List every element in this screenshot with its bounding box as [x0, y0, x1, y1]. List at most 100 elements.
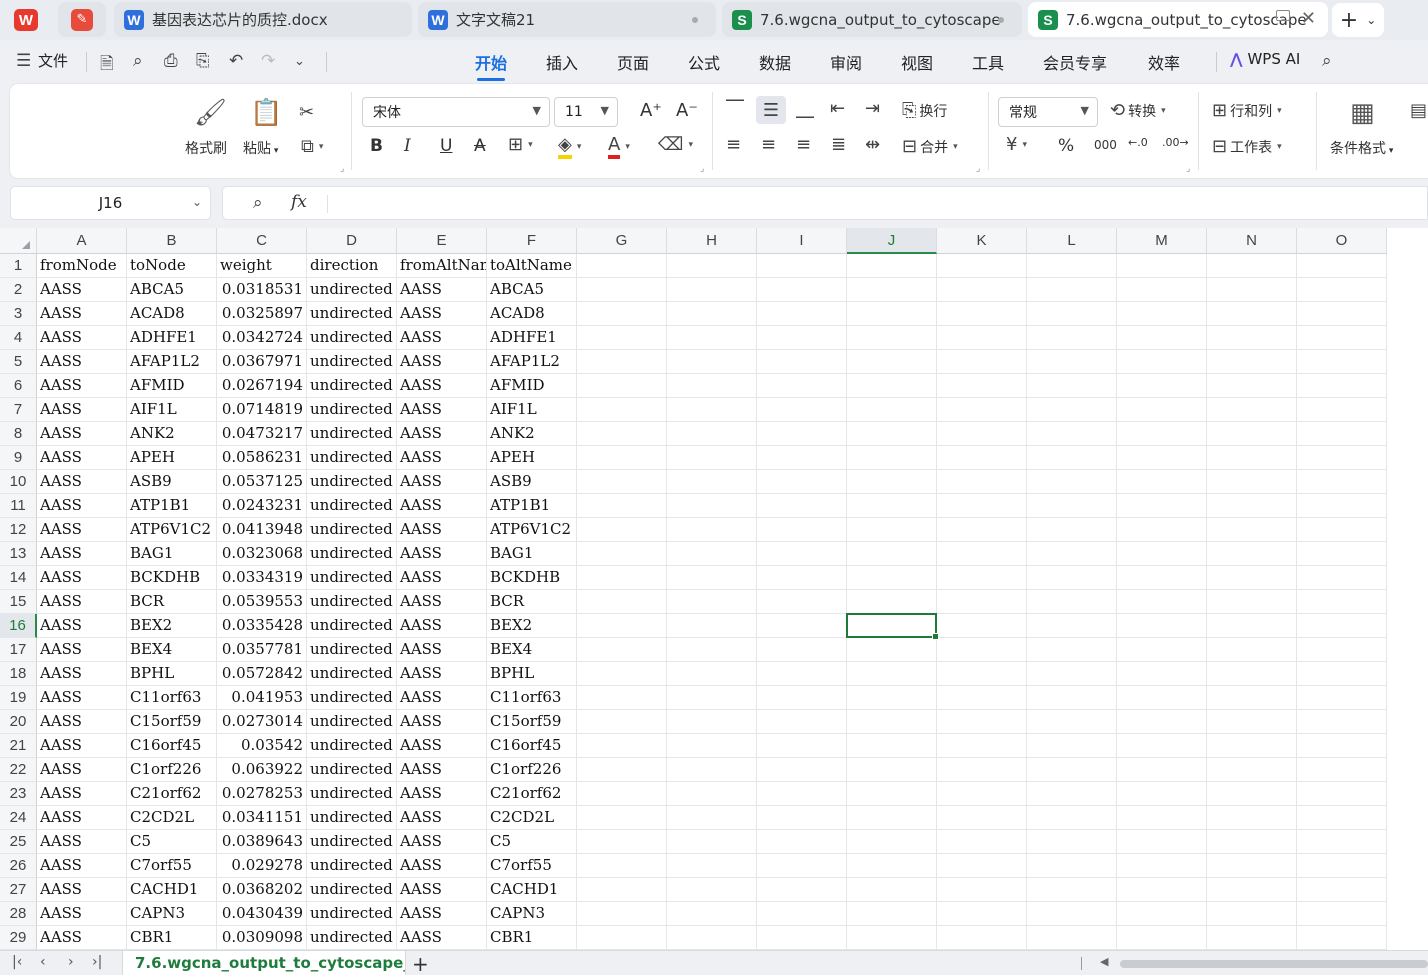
- cell-o18[interactable]: [1297, 662, 1387, 686]
- row-header[interactable]: 6: [0, 374, 37, 398]
- cell-i29[interactable]: [757, 926, 847, 950]
- cell-b28[interactable]: CAPN3: [127, 902, 217, 926]
- horizontal-scrollbar[interactable]: [1120, 960, 1428, 968]
- cell-l10[interactable]: [1027, 470, 1117, 494]
- cell-h1[interactable]: [667, 254, 757, 278]
- cell-b25[interactable]: C5: [127, 830, 217, 854]
- cell-i1[interactable]: [757, 254, 847, 278]
- cell-i18[interactable]: [757, 662, 847, 686]
- cell-g24[interactable]: [577, 806, 667, 830]
- cell-k26[interactable]: [937, 854, 1027, 878]
- cell-g15[interactable]: [577, 590, 667, 614]
- decrease-indent-icon[interactable]: ⇤: [830, 98, 845, 119]
- cell-k18[interactable]: [937, 662, 1027, 686]
- cell-m27[interactable]: [1117, 878, 1207, 902]
- cell-o24[interactable]: [1297, 806, 1387, 830]
- cell-g8[interactable]: [577, 422, 667, 446]
- row-header[interactable]: 8: [0, 422, 37, 446]
- cell-d12[interactable]: undirected: [307, 518, 397, 542]
- cell-d8[interactable]: undirected: [307, 422, 397, 446]
- cell-n4[interactable]: [1207, 326, 1297, 350]
- cell-j23[interactable]: [847, 782, 937, 806]
- cell-l5[interactable]: [1027, 350, 1117, 374]
- cell-n9[interactable]: [1207, 446, 1297, 470]
- cell-o25[interactable]: [1297, 830, 1387, 854]
- cell-m26[interactable]: [1117, 854, 1207, 878]
- cell-f16[interactable]: BEX2: [487, 614, 577, 638]
- cell-i6[interactable]: [757, 374, 847, 398]
- cell-n5[interactable]: [1207, 350, 1297, 374]
- cell-m19[interactable]: [1117, 686, 1207, 710]
- cell-o11[interactable]: [1297, 494, 1387, 518]
- cell-l25[interactable]: [1027, 830, 1117, 854]
- cell-k11[interactable]: [937, 494, 1027, 518]
- cell-h19[interactable]: [667, 686, 757, 710]
- distributed-icon[interactable]: ⇹: [865, 134, 880, 155]
- cell-i24[interactable]: [757, 806, 847, 830]
- cell-k2[interactable]: [937, 278, 1027, 302]
- cell-e27[interactable]: AASS: [397, 878, 487, 902]
- cell-b5[interactable]: AFAP1L2: [127, 350, 217, 374]
- cell-o5[interactable]: [1297, 350, 1387, 374]
- cell-n16[interactable]: [1207, 614, 1297, 638]
- cell-m29[interactable]: [1117, 926, 1207, 950]
- dialog-launcher-icon[interactable]: ⌟: [340, 164, 344, 174]
- cell-c24[interactable]: 0.0341151: [217, 806, 307, 830]
- tab-formula[interactable]: 公式: [688, 50, 720, 74]
- cell-c23[interactable]: 0.0278253: [217, 782, 307, 806]
- tab-member[interactable]: 会员专享: [1043, 50, 1107, 74]
- cell-k22[interactable]: [937, 758, 1027, 782]
- cell-o8[interactable]: [1297, 422, 1387, 446]
- cell-k5[interactable]: [937, 350, 1027, 374]
- cell-g29[interactable]: [577, 926, 667, 950]
- cell-e20[interactable]: AASS: [397, 710, 487, 734]
- cell-c3[interactable]: 0.0325897: [217, 302, 307, 326]
- cell-k27[interactable]: [937, 878, 1027, 902]
- cell-k3[interactable]: [937, 302, 1027, 326]
- cell-o17[interactable]: [1297, 638, 1387, 662]
- cell-k12[interactable]: [937, 518, 1027, 542]
- increase-decimal-icon[interactable]: ←.0: [1128, 136, 1148, 149]
- cell-b9[interactable]: APEH: [127, 446, 217, 470]
- cell-h23[interactable]: [667, 782, 757, 806]
- cell-k25[interactable]: [937, 830, 1027, 854]
- cell-g19[interactable]: [577, 686, 667, 710]
- cell-f23[interactable]: C21orf62: [487, 782, 577, 806]
- cell-j28[interactable]: [847, 902, 937, 926]
- cell-h11[interactable]: [667, 494, 757, 518]
- cell-j17[interactable]: [847, 638, 937, 662]
- cell-d2[interactable]: undirected: [307, 278, 397, 302]
- cell-a23[interactable]: AASS: [37, 782, 127, 806]
- cell-k20[interactable]: [937, 710, 1027, 734]
- cell-k16[interactable]: [937, 614, 1027, 638]
- cell-h24[interactable]: [667, 806, 757, 830]
- cell-j26[interactable]: [847, 854, 937, 878]
- cell-m24[interactable]: [1117, 806, 1207, 830]
- cell-m10[interactable]: [1117, 470, 1207, 494]
- cell-i22[interactable]: [757, 758, 847, 782]
- cell-m11[interactable]: [1117, 494, 1207, 518]
- save-icon[interactable]: 🗎: [100, 51, 114, 80]
- cell-d24[interactable]: undirected: [307, 806, 397, 830]
- tab-insert[interactable]: 插入: [546, 50, 578, 74]
- cell-j14[interactable]: [847, 566, 937, 590]
- cell-a3[interactable]: AASS: [37, 302, 127, 326]
- cell-h8[interactable]: [667, 422, 757, 446]
- cell-g16[interactable]: [577, 614, 667, 638]
- cell-f10[interactable]: ASB9: [487, 470, 577, 494]
- cell-c15[interactable]: 0.0539553: [217, 590, 307, 614]
- cell-b2[interactable]: ABCA5: [127, 278, 217, 302]
- cell-l6[interactable]: [1027, 374, 1117, 398]
- cell-c8[interactable]: 0.0473217: [217, 422, 307, 446]
- cell-n26[interactable]: [1207, 854, 1297, 878]
- column-header-e[interactable]: E: [397, 228, 487, 254]
- cell-g13[interactable]: [577, 542, 667, 566]
- cell-a25[interactable]: AASS: [37, 830, 127, 854]
- cell-g3[interactable]: [577, 302, 667, 326]
- cell-e7[interactable]: AASS: [397, 398, 487, 422]
- cell-e29[interactable]: AASS: [397, 926, 487, 950]
- formula-bar[interactable]: ⌕ fx: [222, 186, 1428, 220]
- bold-icon[interactable]: B: [370, 136, 383, 156]
- cell-k15[interactable]: [937, 590, 1027, 614]
- cell-h13[interactable]: [667, 542, 757, 566]
